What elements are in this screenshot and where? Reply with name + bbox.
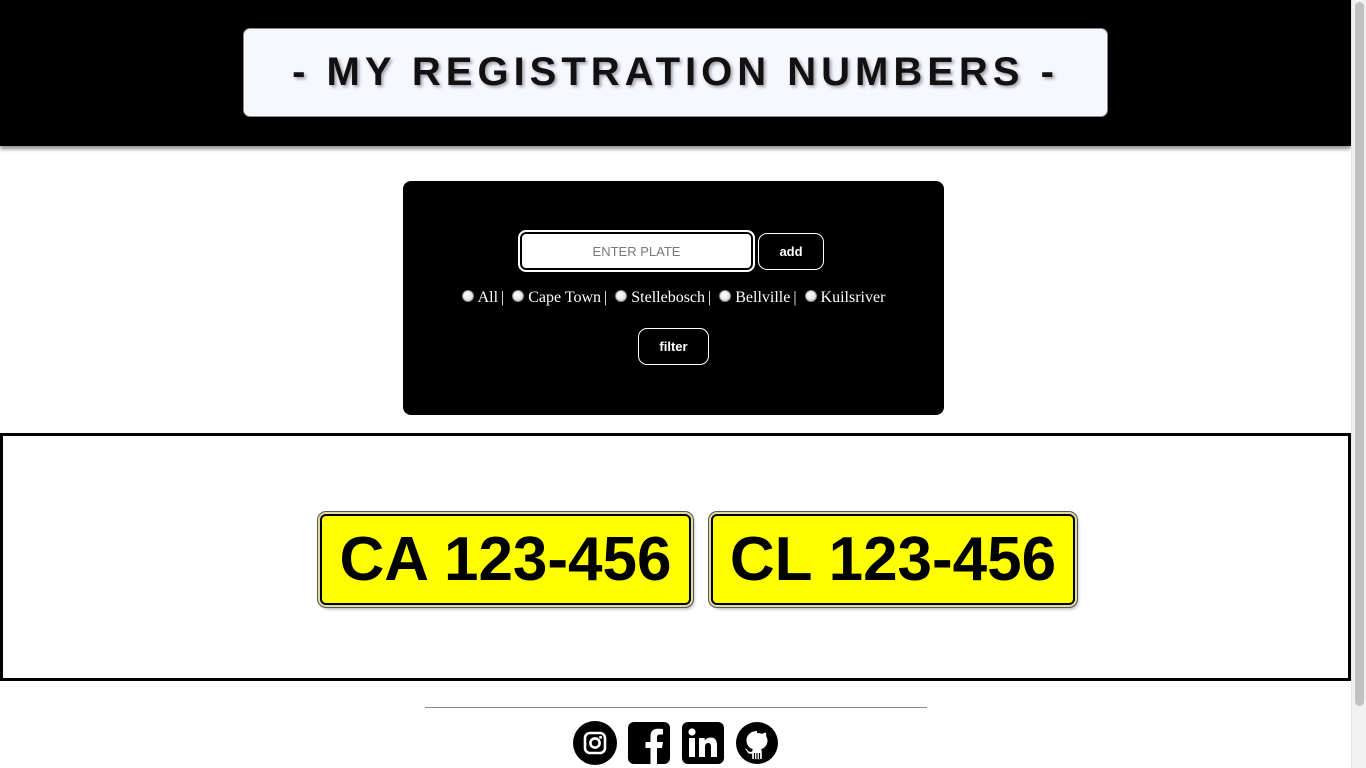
- radio-label: All: [477, 289, 499, 306]
- radio-button[interactable]: [719, 290, 732, 302]
- instagram-icon[interactable]: [573, 721, 617, 765]
- radio-button[interactable]: [512, 290, 525, 302]
- footer-divider: [425, 707, 927, 708]
- filter-button[interactable]: filter: [638, 328, 709, 365]
- registration-plate: CA 123-456: [320, 514, 691, 605]
- radio-cape-town[interactable]: Cape Town |: [512, 289, 615, 307]
- plates-display: CA 123-456 CL 123-456: [0, 433, 1351, 681]
- separator: |: [501, 289, 505, 306]
- registration-plate: CL 123-456: [711, 514, 1075, 605]
- page-title: - MY REGISTRATION NUMBERS -: [292, 50, 1059, 94]
- radio-bellville[interactable]: Bellville |: [719, 289, 804, 307]
- title-box: - MY REGISTRATION NUMBERS -: [243, 28, 1108, 117]
- linkedin-icon[interactable]: [682, 722, 724, 764]
- radio-label: Bellville: [735, 289, 791, 306]
- header-bar: - MY REGISTRATION NUMBERS -: [0, 0, 1351, 146]
- radio-label: Stellebosch: [631, 289, 706, 306]
- radio-stellebosch[interactable]: Stellebosch |: [615, 289, 719, 307]
- vertical-scrollbar[interactable]: [1351, 0, 1366, 768]
- radio-all[interactable]: All |: [461, 289, 513, 307]
- town-filter-radios: All | Cape Town | Stellebosch | Bellvill…: [403, 289, 944, 307]
- radio-label: Kuilsriver: [820, 289, 886, 306]
- facebook-icon[interactable]: [628, 722, 670, 764]
- separator: |: [793, 289, 797, 306]
- control-panel: add All | Cape Town | Stellebosch | Bell…: [403, 181, 944, 415]
- radio-button[interactable]: [461, 290, 474, 302]
- separator: |: [604, 289, 608, 306]
- github-icon[interactable]: [736, 722, 778, 764]
- add-button[interactable]: add: [758, 233, 824, 270]
- radio-kuilsriver[interactable]: Kuilsriver: [804, 289, 886, 307]
- separator: |: [708, 289, 712, 306]
- radio-button[interactable]: [804, 290, 817, 302]
- page: - MY REGISTRATION NUMBERS - add All | Ca…: [0, 0, 1351, 768]
- scrollbar-thumb[interactable]: [1355, 2, 1364, 706]
- plate-input[interactable]: [518, 230, 755, 272]
- radio-button[interactable]: [615, 290, 628, 302]
- radio-label: Cape Town: [528, 289, 602, 306]
